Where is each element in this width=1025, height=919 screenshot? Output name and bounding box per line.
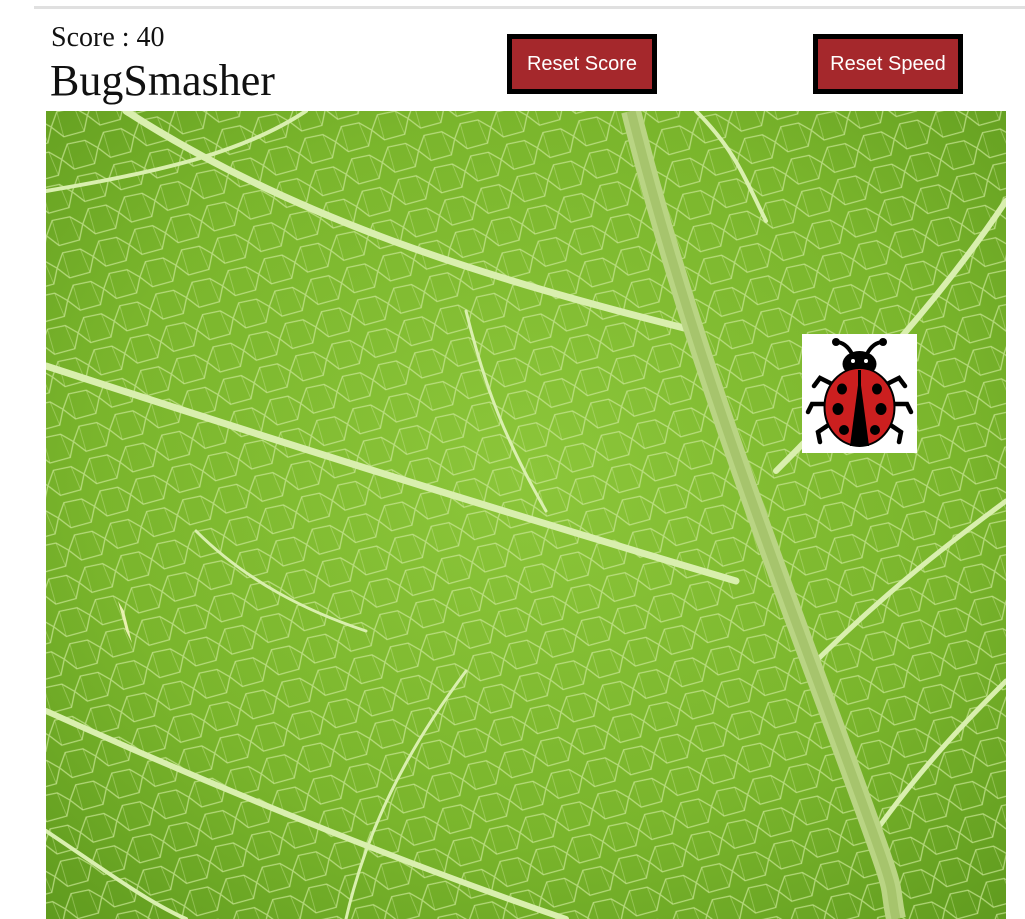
game-canvas[interactable] <box>46 111 1006 919</box>
top-divider <box>34 6 1025 9</box>
reset-speed-button[interactable]: Reset Speed <box>813 34 963 94</box>
leaf-background <box>46 111 1006 919</box>
reset-score-label: Reset Score <box>526 52 638 75</box>
ladybug-icon <box>805 338 914 447</box>
reset-speed-label: Reset Speed <box>830 52 946 75</box>
reset-score-button[interactable]: Reset Score <box>507 34 657 94</box>
bugsmasher-page: Score : 40 BugSmasher Reset Score Reset … <box>0 0 1025 919</box>
game-title: BugSmasher <box>50 56 275 105</box>
score-display: Score : 40 <box>51 22 165 53</box>
ladybug-target[interactable] <box>802 334 917 453</box>
